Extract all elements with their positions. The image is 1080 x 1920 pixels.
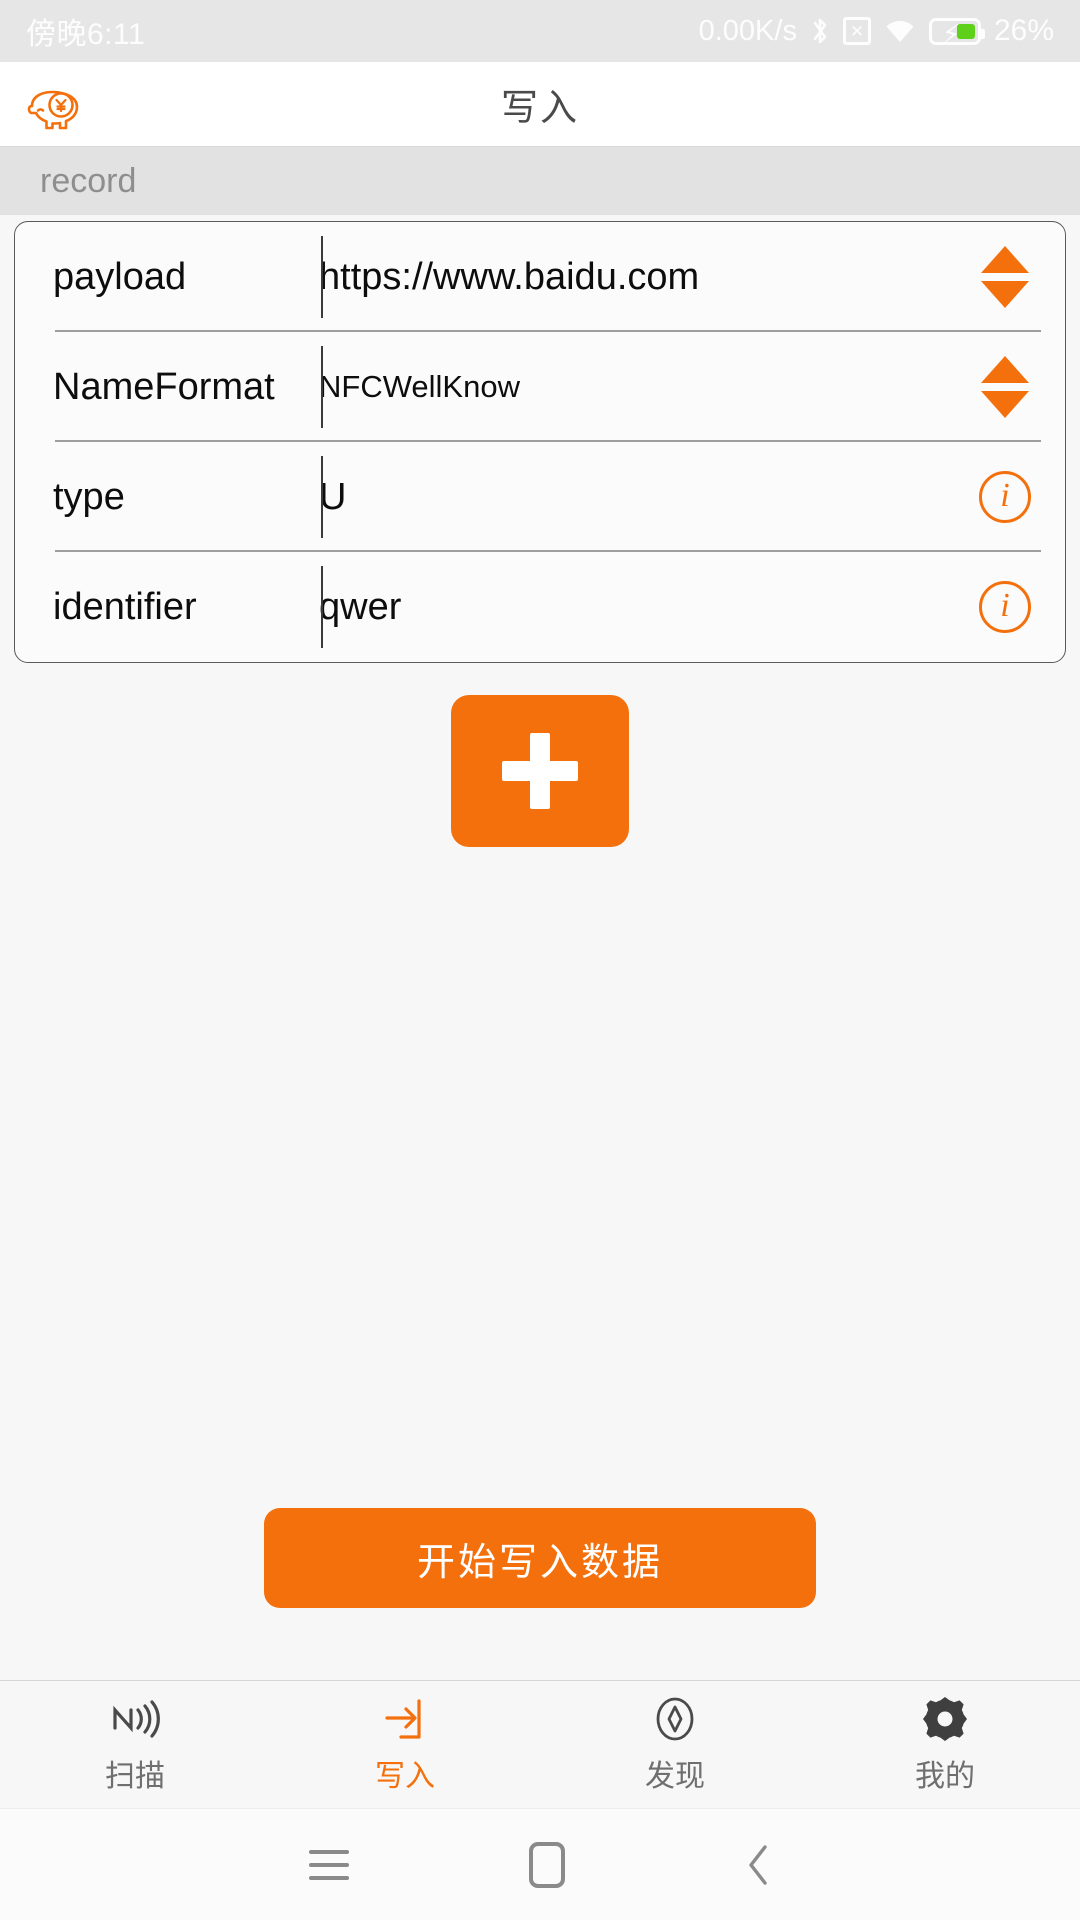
status-time: 傍晚6:11 <box>26 18 146 51</box>
record-card: payload https://www.baidu.com NameFormat… <box>14 221 1066 663</box>
app-bar: 写入 <box>0 62 1080 147</box>
nfc-icon <box>109 1695 161 1743</box>
battery-percent: 26% <box>993 14 1054 47</box>
add-record-button[interactable] <box>451 695 629 847</box>
recents-menu-icon[interactable] <box>309 1849 349 1880</box>
battery-charging-icon: ⚡ <box>928 17 985 49</box>
row-value[interactable]: NFCWellKnow <box>307 369 945 405</box>
row-label: type <box>53 475 125 518</box>
table-row[interactable]: type U i <box>15 442 1065 552</box>
status-bar: 傍晚6:11 0.00K/s ✕ ⚡ 26% <box>0 0 1080 62</box>
row-value[interactable]: U <box>307 476 945 519</box>
chevron-up-icon[interactable] <box>981 356 1029 383</box>
main-content: record payload https://www.baidu.com Nam… <box>0 147 1080 1680</box>
tab-mine[interactable]: 我的 <box>810 1695 1080 1795</box>
table-row[interactable]: payload https://www.baidu.com <box>15 222 1065 332</box>
column-divider <box>321 456 323 538</box>
tab-discover[interactable]: 发现 <box>540 1695 810 1795</box>
start-write-button[interactable]: 开始写入数据 <box>264 1508 816 1608</box>
page-title: 写入 <box>501 87 579 128</box>
tab-label: 扫描 <box>105 1759 165 1793</box>
app-root: 傍晚6:11 0.00K/s ✕ ⚡ 26% 写入 record payload… <box>0 0 1080 1920</box>
row-action[interactable]: i <box>945 581 1065 633</box>
table-row[interactable]: NameFormat NFCWellKnow <box>15 332 1065 442</box>
info-icon[interactable]: i <box>979 471 1031 523</box>
stepper-icon[interactable] <box>981 246 1029 308</box>
compass-icon <box>650 1695 700 1743</box>
info-icon[interactable]: i <box>979 581 1031 633</box>
row-label: payload <box>53 255 187 298</box>
android-nav-bar <box>0 1808 1080 1920</box>
chevron-down-icon[interactable] <box>981 281 1029 308</box>
add-record-area <box>0 695 1080 847</box>
sim-card-icon: ✕ <box>842 17 871 45</box>
wifi-icon <box>884 18 916 44</box>
tab-write[interactable]: 写入 <box>270 1695 540 1795</box>
back-icon[interactable] <box>745 1843 771 1887</box>
row-value[interactable]: https://www.baidu.com <box>307 256 945 299</box>
row-label: NameFormat <box>53 365 275 408</box>
section-header: record <box>0 147 1080 215</box>
stepper-icon[interactable] <box>981 356 1029 418</box>
write-arrow-icon <box>381 1695 429 1743</box>
tab-scan[interactable]: 扫描 <box>0 1695 270 1795</box>
tab-label: 我的 <box>915 1759 975 1793</box>
tab-label: 写入 <box>375 1759 435 1793</box>
bottom-tab-bar: 扫描 写入 发现 我的 <box>0 1680 1080 1808</box>
status-indicators: 0.00K/s ✕ ⚡ 26% <box>698 14 1054 49</box>
row-value[interactable]: qwer <box>307 586 945 629</box>
table-row[interactable]: identifier qwer i <box>15 552 1065 662</box>
bluetooth-icon <box>810 16 830 46</box>
row-action[interactable] <box>945 246 1065 308</box>
plus-icon <box>502 733 578 809</box>
piggy-bank-icon[interactable] <box>22 74 88 134</box>
row-action[interactable] <box>945 356 1065 418</box>
primary-action-area: 开始写入数据 <box>0 1508 1080 1608</box>
chevron-up-icon[interactable] <box>981 246 1029 273</box>
column-divider <box>321 566 323 648</box>
home-icon[interactable] <box>529 1841 565 1888</box>
gear-icon <box>920 1695 970 1743</box>
chevron-down-icon[interactable] <box>981 391 1029 418</box>
column-divider <box>321 236 323 318</box>
row-action[interactable]: i <box>945 471 1065 523</box>
row-label: identifier <box>53 585 197 628</box>
tab-label: 发现 <box>645 1759 705 1793</box>
column-divider <box>321 346 323 428</box>
network-speed: 0.00K/s <box>698 14 797 47</box>
